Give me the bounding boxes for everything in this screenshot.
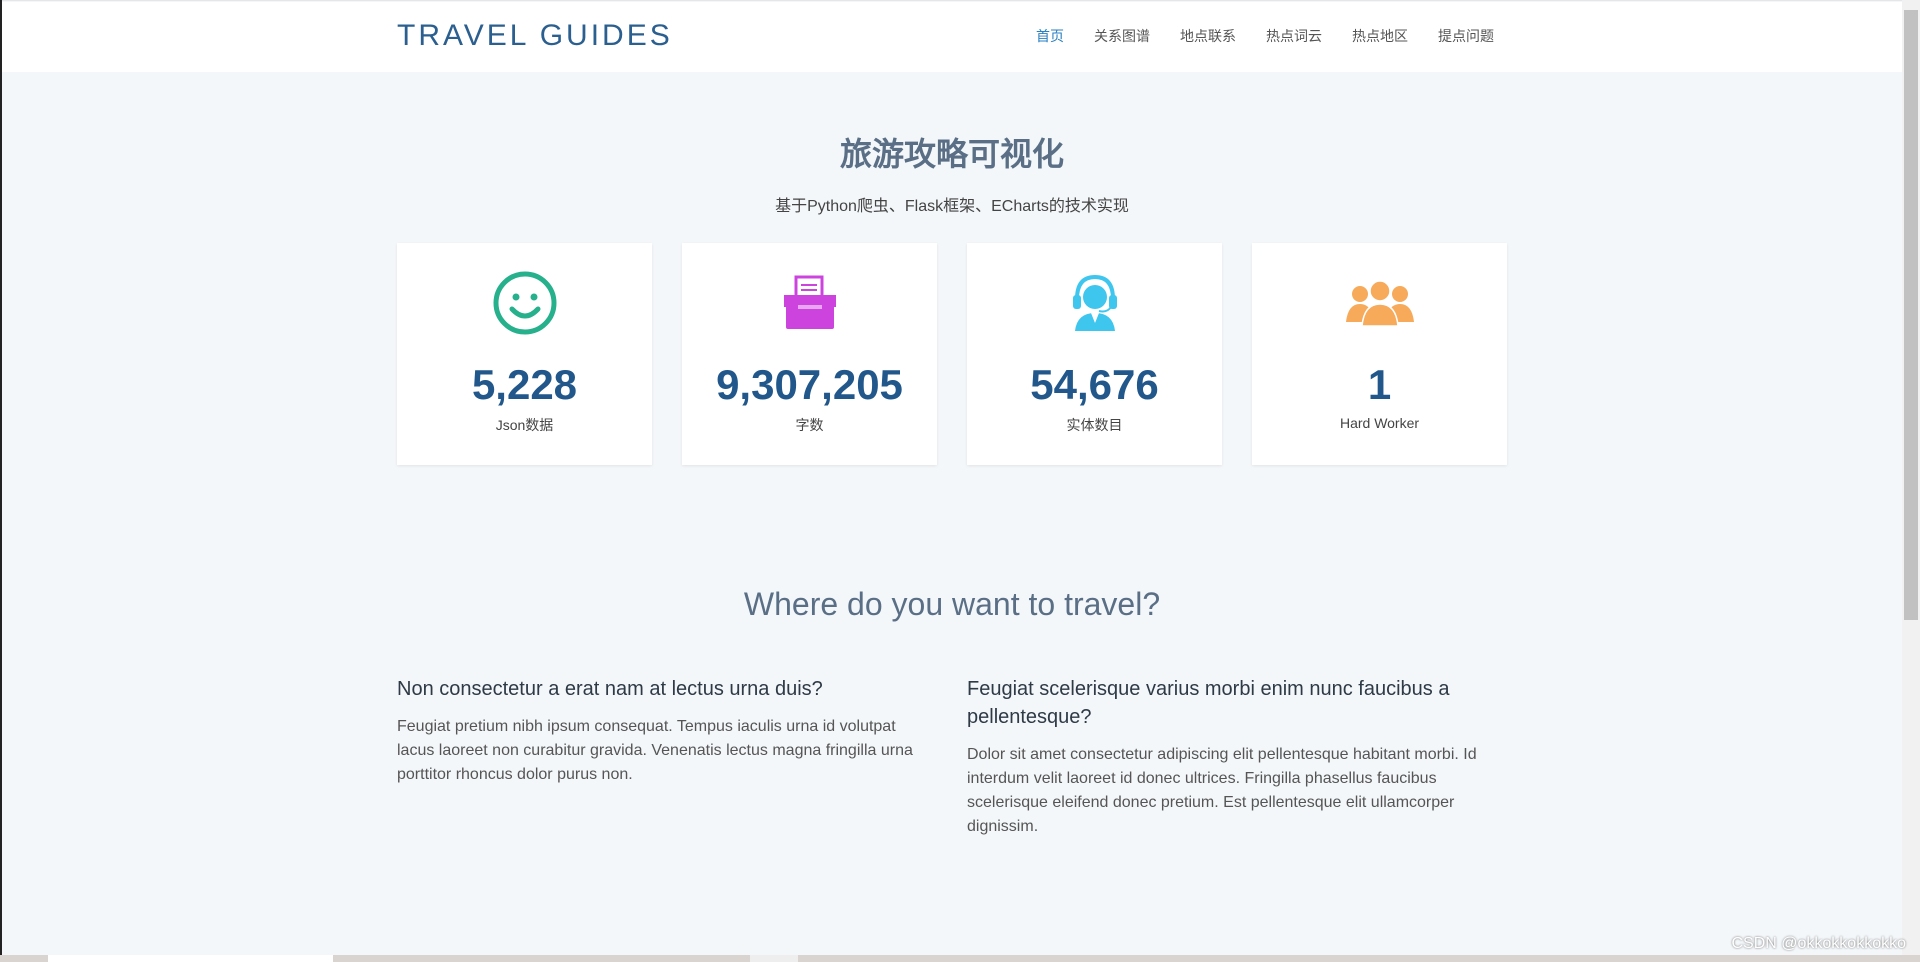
stat-value: 5,228 <box>471 361 578 408</box>
nav-home[interactable]: 首页 <box>1036 26 1064 46</box>
stat-value: 54,676 <box>1030 361 1159 408</box>
section-title: Where do you want to travel? <box>743 586 1161 622</box>
hero-subtitle: 基于Python爬虫、Flask框架、ECharts的技术实现 <box>775 198 1129 215</box>
stat-card-entities: 54,676 实体数目 <box>967 243 1222 465</box>
faq-left-body: Feugiat pretium nibh ipsum consequat. Te… <box>397 718 913 783</box>
nav-place-links[interactable]: 地点联系 <box>1180 26 1236 46</box>
stats-row: 5,228 Json数据 9,307,205 字数 54,676 实体数目 1 … <box>397 243 1507 465</box>
taskbar-item[interactable] <box>48 955 333 962</box>
stat-card-json: 5,228 Json数据 <box>397 243 652 465</box>
nav-relation-graph[interactable]: 关系图谱 <box>1094 26 1150 46</box>
faq-right-heading: Feugiat scelerisque varius morbi enim nu… <box>967 678 1450 728</box>
headset-person-icon <box>967 271 1222 335</box>
printer-icon <box>682 271 937 335</box>
taskbar-item[interactable] <box>750 955 798 962</box>
faq-right-body: Dolor sit amet consectetur adipiscing el… <box>967 746 1477 835</box>
stat-label: Hard Worker <box>1339 415 1420 431</box>
scrollbar-thumb[interactable] <box>1904 10 1918 620</box>
nav-ask-question[interactable]: 提点问题 <box>1438 26 1494 46</box>
stat-label: Json数据 <box>495 417 554 433</box>
stat-label: 字数 <box>795 417 824 433</box>
stat-value: 9,307,205 <box>716 361 903 408</box>
faq-right: Feugiat scelerisque varius morbi enim nu… <box>967 675 1497 839</box>
smile-icon <box>397 271 652 335</box>
site-logo[interactable]: TRAVEL GUIDES <box>397 19 673 53</box>
stat-card-words: 9,307,205 字数 <box>682 243 937 465</box>
vertical-scrollbar[interactable] <box>1902 0 1920 955</box>
hero-title: 旅游攻略可视化 <box>839 136 1064 172</box>
stat-label: 实体数目 <box>1066 417 1123 433</box>
top-navbar: TRAVEL GUIDES 首页 关系图谱 地点联系 热点词云 热点地区 提点问… <box>2 2 1902 72</box>
watermark: CSDN @okkokkokkokko <box>1731 935 1906 952</box>
stat-card-workers: 1 Hard Worker <box>1252 243 1507 465</box>
nav-hot-regions[interactable]: 热点地区 <box>1352 26 1408 46</box>
faq-left-heading: Non consectetur a erat nam at lectus urn… <box>397 678 823 700</box>
main-nav: 首页 关系图谱 地点联系 热点词云 热点地区 提点问题 <box>1036 26 1524 46</box>
stat-value: 1 <box>1367 361 1392 408</box>
nav-word-cloud[interactable]: 热点词云 <box>1266 26 1322 46</box>
faq-left: Non consectetur a erat nam at lectus urn… <box>397 675 927 787</box>
taskbar-strip <box>0 955 1920 962</box>
page: TRAVEL GUIDES 首页 关系图谱 地点联系 热点词云 热点地区 提点问… <box>2 0 1902 956</box>
group-icon <box>1252 271 1507 335</box>
